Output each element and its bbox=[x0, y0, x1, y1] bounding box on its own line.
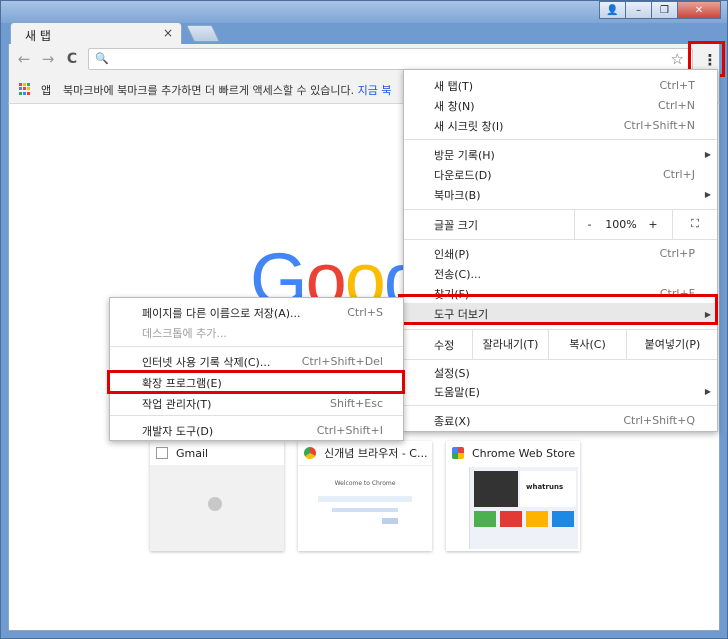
menu-item-history[interactable]: 방문 기록(H) ▶ bbox=[404, 145, 717, 164]
tab-close-icon[interactable]: × bbox=[163, 26, 173, 40]
thumb-card bbox=[552, 511, 574, 527]
tile-thumbnail: whatruns bbox=[446, 465, 580, 551]
tab-title: 새 탭 bbox=[25, 29, 51, 43]
bookmarks-hint: 북마크바에 북마크를 추가하면 더 빠르게 액세스할 수 있습니다. 지금 북 bbox=[63, 84, 392, 97]
placeholder-dot bbox=[208, 497, 222, 511]
address-bar[interactable]: 🔍 ☆ bbox=[88, 48, 693, 70]
thumb-card bbox=[474, 511, 496, 527]
edit-label: 수정 bbox=[434, 339, 455, 352]
thumb-bar bbox=[332, 508, 398, 512]
user-icon[interactable]: 👤 bbox=[599, 1, 626, 19]
zoom-label: 글꼴 크기 bbox=[434, 219, 478, 232]
search-icon: 🔍 bbox=[95, 52, 109, 65]
menu-item-new-window[interactable]: 새 창(N) Ctrl+N bbox=[404, 96, 717, 115]
menu-separator bbox=[404, 359, 717, 360]
submenu-item-add-to-desktop: 데스크톱에 추가... bbox=[142, 326, 227, 340]
copy-button[interactable]: 복사(C) bbox=[548, 329, 626, 359]
more-tools-submenu: 페이지를 다른 이름으로 저장(A)... Ctrl+S 데스크톱에 추가... … bbox=[109, 297, 404, 441]
close-window-button[interactable]: ✕ bbox=[677, 1, 721, 19]
tile-header: Chrome Web Store bbox=[446, 441, 580, 465]
thumb-card bbox=[526, 511, 548, 527]
menu-separator bbox=[404, 139, 717, 140]
tile-thumbnail bbox=[150, 465, 284, 551]
back-arrow-icon[interactable]: ← bbox=[15, 50, 33, 68]
tile-header: Gmail bbox=[150, 441, 284, 465]
chrome-logo-icon bbox=[304, 447, 316, 459]
window-controls: 👤 – ❐ ✕ bbox=[599, 1, 721, 21]
thumb-brand: whatruns bbox=[520, 471, 576, 507]
tile-title: 신개념 브라우저 - C... bbox=[324, 447, 428, 460]
menu-item-incognito[interactable]: 새 시크릿 창(I) Ctrl+Shift+N bbox=[404, 116, 717, 135]
thumbnail-page: whatruns bbox=[448, 467, 578, 549]
most-visited-tile-chrome[interactable]: 신개념 브라우저 - C... Welcome to Chrome bbox=[298, 441, 432, 551]
thumb-card bbox=[500, 511, 522, 527]
menu-separator bbox=[110, 415, 403, 416]
menu-item-downloads[interactable]: 다운로드(D) Ctrl+J bbox=[404, 165, 717, 184]
thumb-bar bbox=[318, 496, 412, 502]
most-visited-tile-gmail[interactable]: Gmail bbox=[150, 441, 284, 551]
submenu-arrow-icon: ▶ bbox=[704, 387, 711, 396]
zoom-in-button[interactable]: + bbox=[638, 209, 668, 239]
apps-label[interactable]: 앱 bbox=[41, 82, 51, 98]
thumb-button bbox=[382, 518, 398, 524]
web-store-icon bbox=[452, 447, 464, 459]
tile-title: Gmail bbox=[176, 446, 209, 460]
menu-item-bookmarks[interactable]: 북마크(B) ▶ bbox=[404, 185, 717, 204]
zoom-level: 100% bbox=[605, 217, 637, 231]
menu-separator bbox=[110, 346, 403, 347]
import-link[interactable]: 지금 북 bbox=[358, 84, 392, 97]
menu-item-print[interactable]: 인쇄(P) Ctrl+P bbox=[404, 244, 717, 263]
menu-separator bbox=[404, 239, 717, 240]
chrome-main-menu: 새 탭(T) Ctrl+T 새 창(N) Ctrl+N 새 시크릿 창(I) Ctrl… bbox=[403, 69, 718, 432]
tile-header: 신개념 브라우저 - C... bbox=[298, 441, 432, 465]
menu-item-new-tab[interactable]: 새 탭(T) Ctrl+T bbox=[404, 76, 717, 95]
page-icon bbox=[156, 447, 168, 459]
menu-zoom-row: 글꼴 크기 - 100% + ⛶ bbox=[404, 209, 717, 239]
maximize-button[interactable]: ❐ bbox=[651, 1, 678, 19]
submenu-arrow-icon: ▶ bbox=[704, 150, 711, 159]
highlight-more-tools bbox=[398, 294, 718, 325]
reload-icon[interactable]: C bbox=[63, 50, 81, 68]
tile-title: Chrome Web Store bbox=[472, 446, 576, 460]
most-visited-tile-web-store[interactable]: Chrome Web Store whatruns bbox=[446, 441, 580, 551]
forward-arrow-icon[interactable]: → bbox=[39, 50, 57, 68]
menu-item-exit[interactable]: 종료(X) Ctrl+Shift+Q bbox=[404, 411, 717, 430]
cut-button[interactable]: 잘라내기(T) bbox=[472, 329, 548, 359]
fullscreen-icon[interactable]: ⛶ bbox=[672, 209, 717, 239]
thumb-sidebar bbox=[448, 467, 470, 549]
submenu-item-task-manager[interactable]: 작업 관리자(T) Shift+Esc bbox=[110, 394, 403, 413]
thumbnail-page: Welcome to Chrome bbox=[302, 470, 428, 547]
tile-thumbnail: Welcome to Chrome bbox=[298, 465, 432, 551]
thumb-banner bbox=[474, 471, 518, 507]
submenu-item-clear-browsing-data[interactable]: 인터넷 사용 기록 삭제(C)... Ctrl+Shift+Del bbox=[110, 352, 403, 371]
highlight-extensions bbox=[107, 370, 405, 394]
submenu-item-save-as[interactable]: 페이지를 다른 이름으로 저장(A)... Ctrl+S bbox=[110, 303, 403, 322]
menu-item-help[interactable]: 도움말(E) ▶ bbox=[404, 382, 717, 401]
menu-edit-row: 수정 잘라내기(T) 복사(C) 붙여넣기(P) bbox=[404, 329, 717, 359]
submenu-arrow-icon: ▶ bbox=[704, 190, 711, 199]
menu-item-cast[interactable]: 전송(C)... bbox=[404, 264, 717, 283]
zoom-out-button[interactable]: - bbox=[574, 209, 604, 239]
paste-button[interactable]: 붙여넣기(P) bbox=[626, 329, 718, 359]
tab-new-tab[interactable]: 새 탭 × bbox=[10, 22, 182, 44]
title-bar: 👤 – ❐ ✕ bbox=[1, 1, 727, 23]
apps-grid-icon[interactable] bbox=[19, 83, 31, 95]
minimize-button[interactable]: – bbox=[625, 1, 652, 19]
menu-item-settings[interactable]: 설정(S) bbox=[404, 363, 717, 382]
submenu-item-dev-tools[interactable]: 개발자 도구(D) Ctrl+Shift+I bbox=[110, 421, 403, 440]
menu-separator bbox=[404, 405, 717, 406]
thumb-heading: Welcome to Chrome bbox=[334, 480, 396, 487]
bookmark-star-icon[interactable]: ☆ bbox=[671, 50, 684, 68]
